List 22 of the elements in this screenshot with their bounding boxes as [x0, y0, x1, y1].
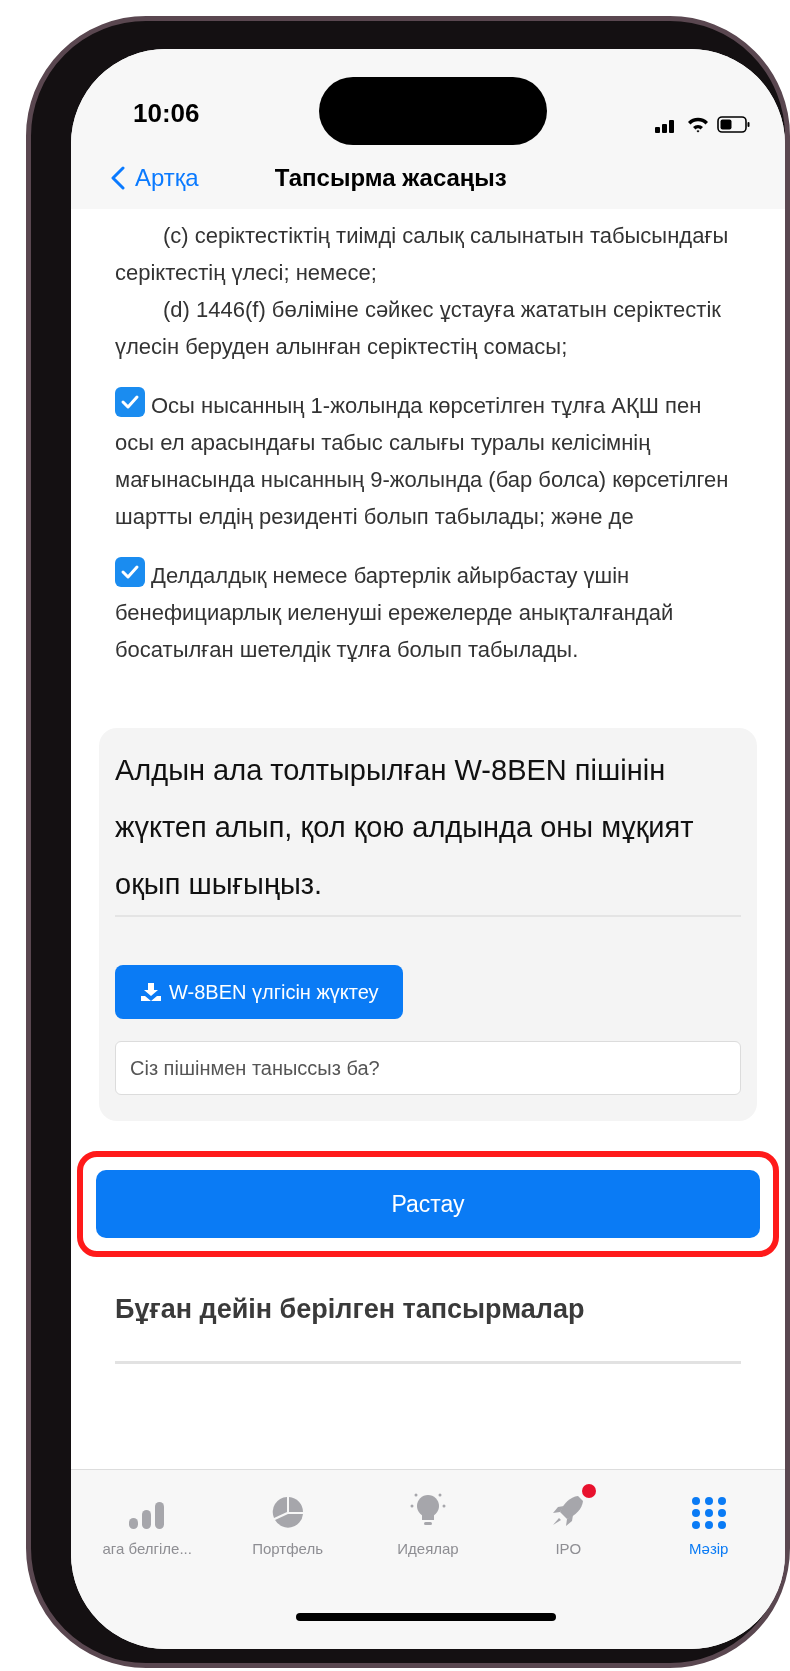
- checkbox-option[interactable]: Делдалдық немесе бартерлік айырбастау үшін бенефициарлық иеленуші ережелерде анықталғандай босатылған шетелдік тұлға болып табылады.: [115, 557, 741, 668]
- download-icon: [139, 982, 163, 1002]
- answer-field[interactable]: Сіз пішінмен таныссыз ба?: [115, 1041, 741, 1095]
- clause-text: (d) 1446(f) бөліміне сәйкес ұстауға жататын серіктестік үлесін беруден алынған серіктестің сомасы;: [115, 296, 722, 361]
- status-time: 10:06: [133, 97, 200, 130]
- back-button[interactable]: Артқа: [111, 160, 199, 196]
- checkbox-option[interactable]: Осы нысанның 1-жолында көрсетілген тұлға АҚШ пен осы ел арасындағы табыс салығы туралы келісімнің мағынасында нысанның 9-жолында (бар болса) көрсетілген шартты елдің резиденті болып табылады; және де: [115, 387, 741, 535]
- download-button[interactable]: W-8BEN үлгісін жүктеу: [115, 965, 403, 1019]
- card-heading: Алдын ала толтырылған W-8BEN пішінін жүктеп алып, қол қою алдында оны мұқият оқып шығыңыз.: [115, 753, 695, 902]
- wifi-icon: [687, 116, 709, 133]
- screen-title: Тапсырма жасаңыз: [274, 163, 507, 193]
- chevron-left-icon: [111, 166, 125, 190]
- tab-item[interactable]: IPO: [504, 1480, 633, 1561]
- grid-icon: [690, 1496, 727, 1530]
- tab-item[interactable]: ага белгіле...: [83, 1480, 212, 1561]
- confirm-button[interactable]: Растау: [96, 1170, 760, 1238]
- battery-icon: [717, 116, 751, 133]
- clause-text: (c) серіктестіктің тиімді салық салынатын табысындағы серіктестің үлесі; немесе;: [115, 222, 730, 287]
- tab-item[interactable]: Идеялар: [363, 1480, 492, 1561]
- section-heading: Бұған дейін берілген тапсырмалар: [115, 1293, 586, 1326]
- tab-item[interactable]: Портфель: [223, 1480, 352, 1561]
- tab-item[interactable]: Мәзір: [644, 1480, 773, 1561]
